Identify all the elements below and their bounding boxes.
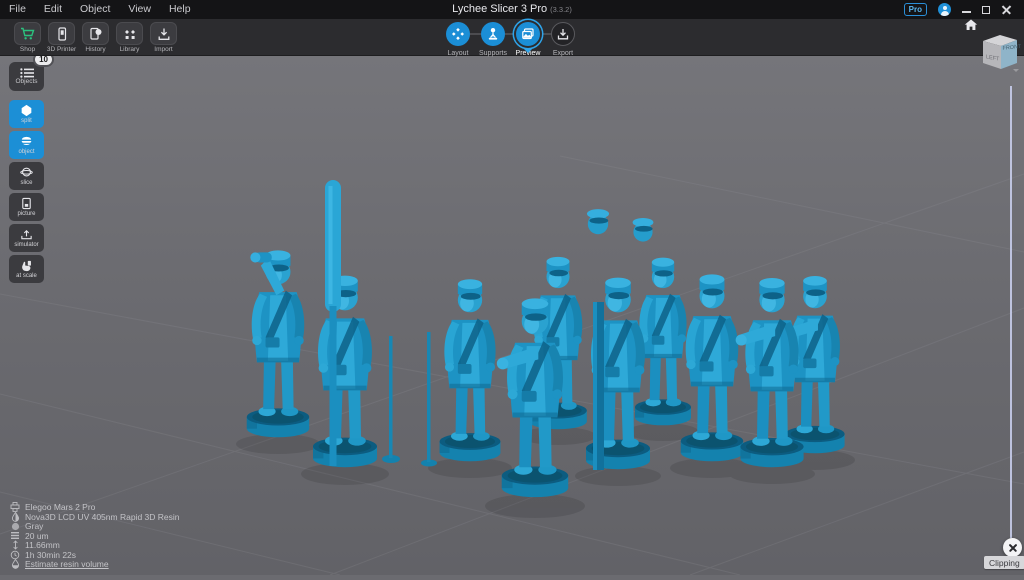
- export-icon: [556, 27, 570, 41]
- print-time-icon: [10, 550, 20, 560]
- cube-front-label: FRONT: [1003, 44, 1022, 52]
- history-button[interactable]: History: [80, 22, 111, 53]
- library-button[interactable]: Library: [114, 22, 145, 53]
- cube-rotate-arrow-icon[interactable]: [1013, 69, 1019, 72]
- model-height-icon: [11, 540, 20, 550]
- workflow-connector: [505, 33, 516, 35]
- workflow-preview-button[interactable]: Preview: [516, 22, 540, 57]
- menu-bar: File Edit Object View Help: [0, 0, 200, 19]
- printer-row: Elegoo Mars 2 Pro: [10, 503, 180, 513]
- picture-icon: [20, 197, 33, 210]
- menu-edit[interactable]: Edit: [35, 0, 71, 19]
- sidebar-tool-picture[interactable]: picture: [9, 193, 44, 221]
- main-toolbar: Shop 3D Printer History Library Import L…: [0, 19, 1024, 56]
- title-bar: File Edit Object View Help Lychee Slicer…: [0, 0, 1024, 19]
- scene-svg[interactable]: [0, 56, 1024, 575]
- objects-panel-button[interactable]: Objects 10: [9, 62, 44, 91]
- maximize-button[interactable]: [982, 6, 990, 14]
- sidebar-tool-object[interactable]: object: [9, 131, 44, 159]
- clipping-close-icon: [1008, 543, 1017, 552]
- history-icon: [89, 27, 103, 41]
- resin-volume-icon: [11, 559, 20, 569]
- active-step-caret: [524, 49, 532, 53]
- shop-cart-icon: [20, 27, 35, 41]
- at-scale-icon: [20, 259, 33, 272]
- menu-help[interactable]: Help: [160, 0, 200, 19]
- workflow-connector: [540, 33, 551, 35]
- minimize-button[interactable]: [962, 11, 971, 13]
- left-sidebar: Objects 10 split object slice picture si…: [9, 62, 47, 283]
- clipping-slider-track[interactable]: [1010, 86, 1012, 538]
- layout-icon: [451, 27, 465, 41]
- objects-list-icon: [20, 68, 34, 78]
- object-icon: [20, 135, 33, 148]
- workflow-layout-button[interactable]: Layout: [446, 22, 470, 57]
- model-soldier[interactable]: [633, 218, 654, 242]
- app-version: (3.3.2): [550, 5, 572, 14]
- layer-height-row: 20 um: [10, 531, 180, 541]
- model-plank[interactable]: [593, 302, 604, 470]
- color-swatch-icon: [11, 522, 20, 531]
- resin-icon: [11, 512, 20, 522]
- printer-icon: [10, 502, 20, 512]
- print-summary: Elegoo Mars 2 Pro Nova3D LCD UV 405nm Ra…: [10, 503, 180, 570]
- supports-icon: [486, 27, 500, 41]
- import-button[interactable]: Import: [148, 22, 179, 53]
- sidebar-tool-at-scale[interactable]: at scale: [9, 255, 44, 283]
- resin-color-row: Gray: [10, 522, 180, 532]
- user-account-icon[interactable]: [938, 3, 951, 16]
- shop-button[interactable]: Shop: [12, 22, 43, 53]
- workflow-connector: [470, 33, 481, 35]
- clipping-slider-handle[interactable]: [1003, 538, 1022, 557]
- split-icon: [20, 104, 33, 117]
- sidebar-tool-split[interactable]: split: [9, 100, 44, 128]
- printer-device-icon: [55, 27, 69, 41]
- pro-badge[interactable]: Pro: [904, 3, 927, 16]
- simulator-icon: [20, 228, 33, 241]
- workflow-supports-button[interactable]: Supports: [481, 22, 505, 57]
- close-button[interactable]: [1001, 4, 1012, 15]
- sidebar-tool-simulator[interactable]: simulator: [9, 224, 44, 252]
- menu-object[interactable]: Object: [71, 0, 119, 19]
- estimate-resin-volume-link[interactable]: Estimate resin volume: [25, 559, 109, 569]
- print-time-row: 1h 30min 22s: [10, 550, 180, 560]
- slice-icon: [20, 166, 33, 179]
- resin-row: Nova3D LCD UV 405nm Rapid 3D Resin: [10, 512, 180, 522]
- sidebar-tool-slice[interactable]: slice: [9, 162, 44, 190]
- viewport-3d[interactable]: [0, 56, 1024, 575]
- model-height-row: 11.66mm: [10, 541, 180, 551]
- resin-volume-row: Estimate resin volume: [10, 560, 180, 570]
- library-icon: [123, 27, 137, 41]
- model-soldier[interactable]: [587, 209, 609, 234]
- import-icon: [157, 27, 171, 41]
- home-icon: [964, 19, 978, 31]
- layer-height-icon: [10, 531, 20, 540]
- workflow-export-button[interactable]: Export: [551, 22, 575, 57]
- orientation-cube[interactable]: LEFT FRONT: [973, 31, 1021, 78]
- menu-view[interactable]: View: [119, 0, 160, 19]
- menu-file[interactable]: File: [0, 0, 35, 19]
- clipping-tooltip: Clipping: [984, 556, 1024, 569]
- preview-icon: [521, 27, 535, 41]
- 3d-printer-button[interactable]: 3D Printer: [46, 22, 77, 53]
- workflow-steps: Layout Supports Preview Export: [446, 22, 575, 57]
